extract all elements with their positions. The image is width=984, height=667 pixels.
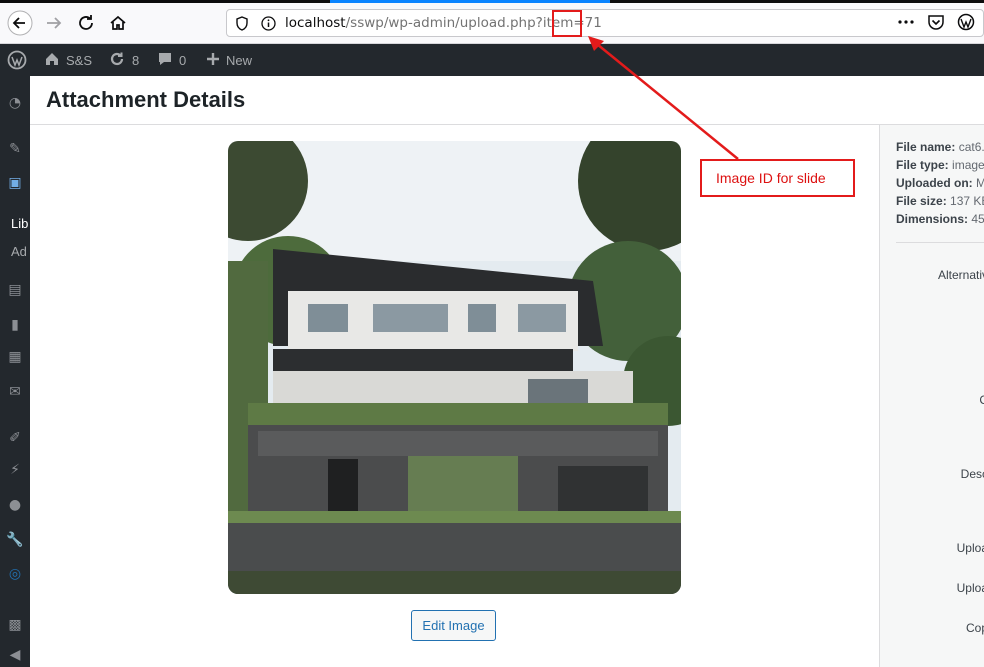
annotation-arrow — [588, 36, 739, 160]
annotation-callout: Image ID for slide — [700, 159, 855, 197]
